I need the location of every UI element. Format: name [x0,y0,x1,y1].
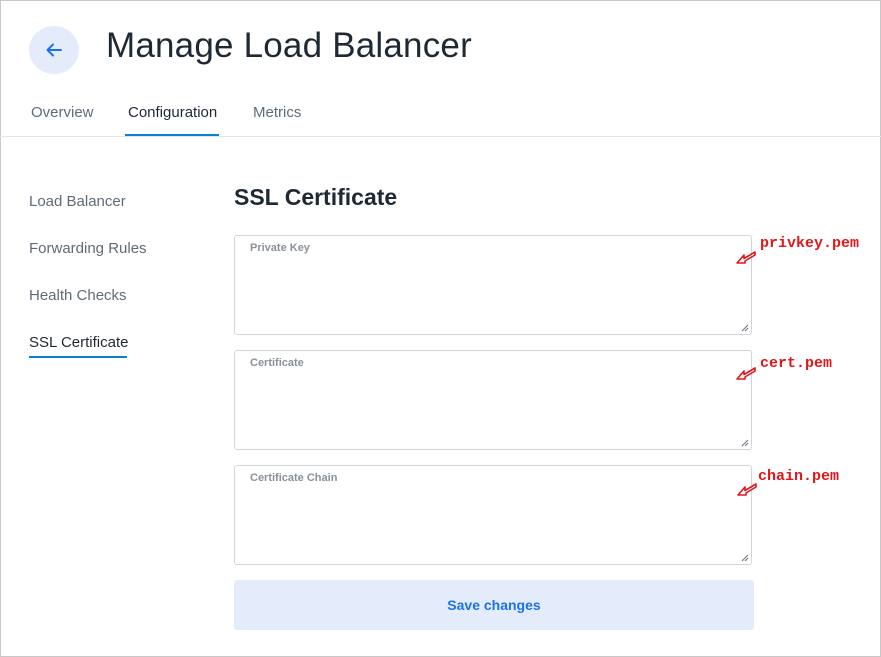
arrow-left-icon [46,43,62,57]
resize-grip-icon[interactable] [741,439,749,447]
sidebar-item-load-balancer[interactable]: Load Balancer [29,193,126,210]
back-button[interactable] [29,26,79,74]
tab-configuration[interactable]: Configuration [128,104,217,137]
resize-grip-icon[interactable] [741,554,749,562]
active-sidebar-indicator [29,356,127,358]
certificate-label: Certificate [250,357,304,369]
sidebar-item-health-checks[interactable]: Health Checks [29,287,127,304]
sidebar-item-ssl-certificate[interactable]: SSL Certificate [29,334,129,351]
page-title: Manage Load Balancer [106,26,472,65]
save-changes-button[interactable]: Save changes [234,580,754,630]
tab-metrics[interactable]: Metrics [253,104,301,137]
privkey-annotation: privkey.pem [760,235,860,252]
cert-annotation: cert.pem [760,355,833,372]
private-key-label: Private Key [250,242,310,254]
tab-bar: Overview Configuration Metrics [0,94,881,137]
chain-annotation: chain.pem [758,468,840,485]
arrow-left-down-icon [737,483,757,496]
sidebar-item-forwarding-rules[interactable]: Forwarding Rules [29,240,147,257]
certificate-field[interactable]: Certificate [234,350,752,450]
resize-grip-icon[interactable] [741,324,749,332]
arrow-left-down-icon [736,367,756,380]
arrow-left-down-icon [736,251,756,264]
private-key-field[interactable]: Private Key [234,235,752,335]
certificate-chain-field[interactable]: Certificate Chain [234,465,752,565]
active-tab-indicator [125,134,219,136]
section-title: SSL Certificate [234,184,398,210]
tab-overview[interactable]: Overview [31,104,94,137]
certificate-chain-label: Certificate Chain [250,472,338,484]
